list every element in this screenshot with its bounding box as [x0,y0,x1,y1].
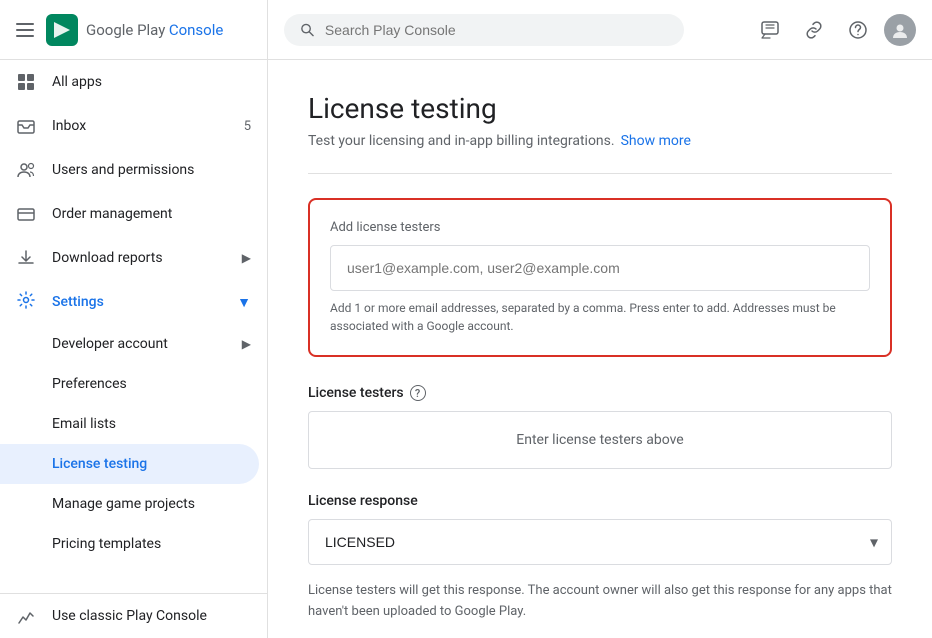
sidebar-item-license-testing[interactable]: License testing [0,444,259,484]
inbox-icon [16,116,36,136]
sidebar-item-order-management[interactable]: Order management [0,192,267,236]
avatar-icon [890,20,910,40]
sidebar-item-settings[interactable]: Settings ▼ [0,280,267,324]
page-subtitle: Test your licensing and in-app billing i… [308,133,892,149]
sidebar-item-manage-game-projects[interactable]: Manage game projects [0,484,267,524]
sidebar-item-use-classic[interactable]: Use classic Play Console [0,594,267,638]
tester-email-input[interactable] [330,245,870,291]
main-content: License testing Test your licensing and … [268,0,932,638]
sidebar-item-email-lists-label: Email lists [52,416,116,432]
topbar [268,0,932,60]
developer-account-chevron-icon: ▶ [242,337,251,351]
settings-chevron-icon: ▼ [237,294,251,311]
sidebar-item-email-lists[interactable]: Email lists [0,404,267,444]
chat-icon [760,20,780,40]
sidebar-item-pricing-templates[interactable]: Pricing templates [0,524,267,564]
analytics-icon [16,606,36,626]
avatar[interactable] [884,14,916,46]
chat-icon-button[interactable] [752,12,788,48]
add-testers-box: Add license testers Add 1 or more email … [308,198,892,357]
logo-icon [46,14,78,46]
sidebar-item-pricing-templates-label: Pricing templates [52,536,161,552]
license-testers-help-icon[interactable]: ? [410,385,426,401]
sidebar-item-inbox-label: Inbox [52,118,86,134]
sidebar-item-all-apps-label: All apps [52,74,102,90]
link-icon-button[interactable] [796,12,832,48]
sidebar-item-license-testing-label: License testing [52,456,147,472]
license-testers-empty-state: Enter license testers above [308,411,892,469]
search-bar[interactable] [284,14,684,46]
sidebar-item-download-label: Download reports [52,250,163,266]
sidebar-item-inbox[interactable]: Inbox 5 [0,104,267,148]
sidebar-item-all-apps[interactable]: All apps [0,60,267,104]
sidebar-item-preferences[interactable]: Preferences [0,364,267,404]
sidebar-item-preferences-label: Preferences [52,376,127,392]
card-icon [16,204,36,224]
sidebar-item-users-permissions[interactable]: Users and permissions [0,148,267,192]
sidebar-item-use-classic-label: Use classic Play Console [52,608,207,624]
help-icon-button[interactable] [840,12,876,48]
sidebar-item-download-reports[interactable]: Download reports ▶ [0,236,267,280]
page-content: License testing Test your licensing and … [268,60,932,638]
show-more-link[interactable]: Show more [621,133,691,149]
topbar-actions [752,12,916,48]
grid-icon [16,72,36,92]
download-icon [16,248,36,268]
license-response-select[interactable]: LICENSED NOT_LICENSED LICENSED_OLD_KEY [308,519,892,565]
sidebar-item-order-label: Order management [52,206,172,222]
help-icon [848,20,868,40]
divider [308,173,892,174]
license-testers-label: License testers ? [308,385,892,401]
license-response-hint: License testers will get this response. … [308,581,892,623]
hamburger-button[interactable] [12,19,38,41]
license-response-label: License response [308,493,892,509]
search-icon [300,22,315,38]
page-title: License testing [308,92,892,125]
download-chevron-icon: ▶ [242,251,251,265]
license-response-select-wrapper: LICENSED NOT_LICENSED LICENSED_OLD_KEY ▾ [308,519,892,565]
settings-icon [16,290,36,314]
sidebar-header: Google Play Console [0,0,267,60]
inbox-badge: 5 [244,119,251,134]
sidebar-item-developer-account-label: Developer account [52,336,168,352]
sidebar-item-manage-game-projects-label: Manage game projects [52,496,195,512]
logo-area: Google Play Console [46,14,223,46]
search-input[interactable] [325,22,668,38]
add-testers-label: Add license testers [330,220,870,235]
users-icon [16,160,36,180]
tester-hint: Add 1 or more email addresses, separated… [330,299,870,335]
sidebar-bottom: Use classic Play Console [0,593,267,638]
link-icon [804,20,824,40]
sidebar: Google Play Console All apps Inbox 5 Use… [0,0,268,638]
logo-text: Google Play Console [86,21,223,39]
sidebar-item-users-label: Users and permissions [52,162,194,178]
sidebar-item-developer-account[interactable]: Developer account ▶ [0,324,267,364]
settings-label: Settings [52,294,104,310]
